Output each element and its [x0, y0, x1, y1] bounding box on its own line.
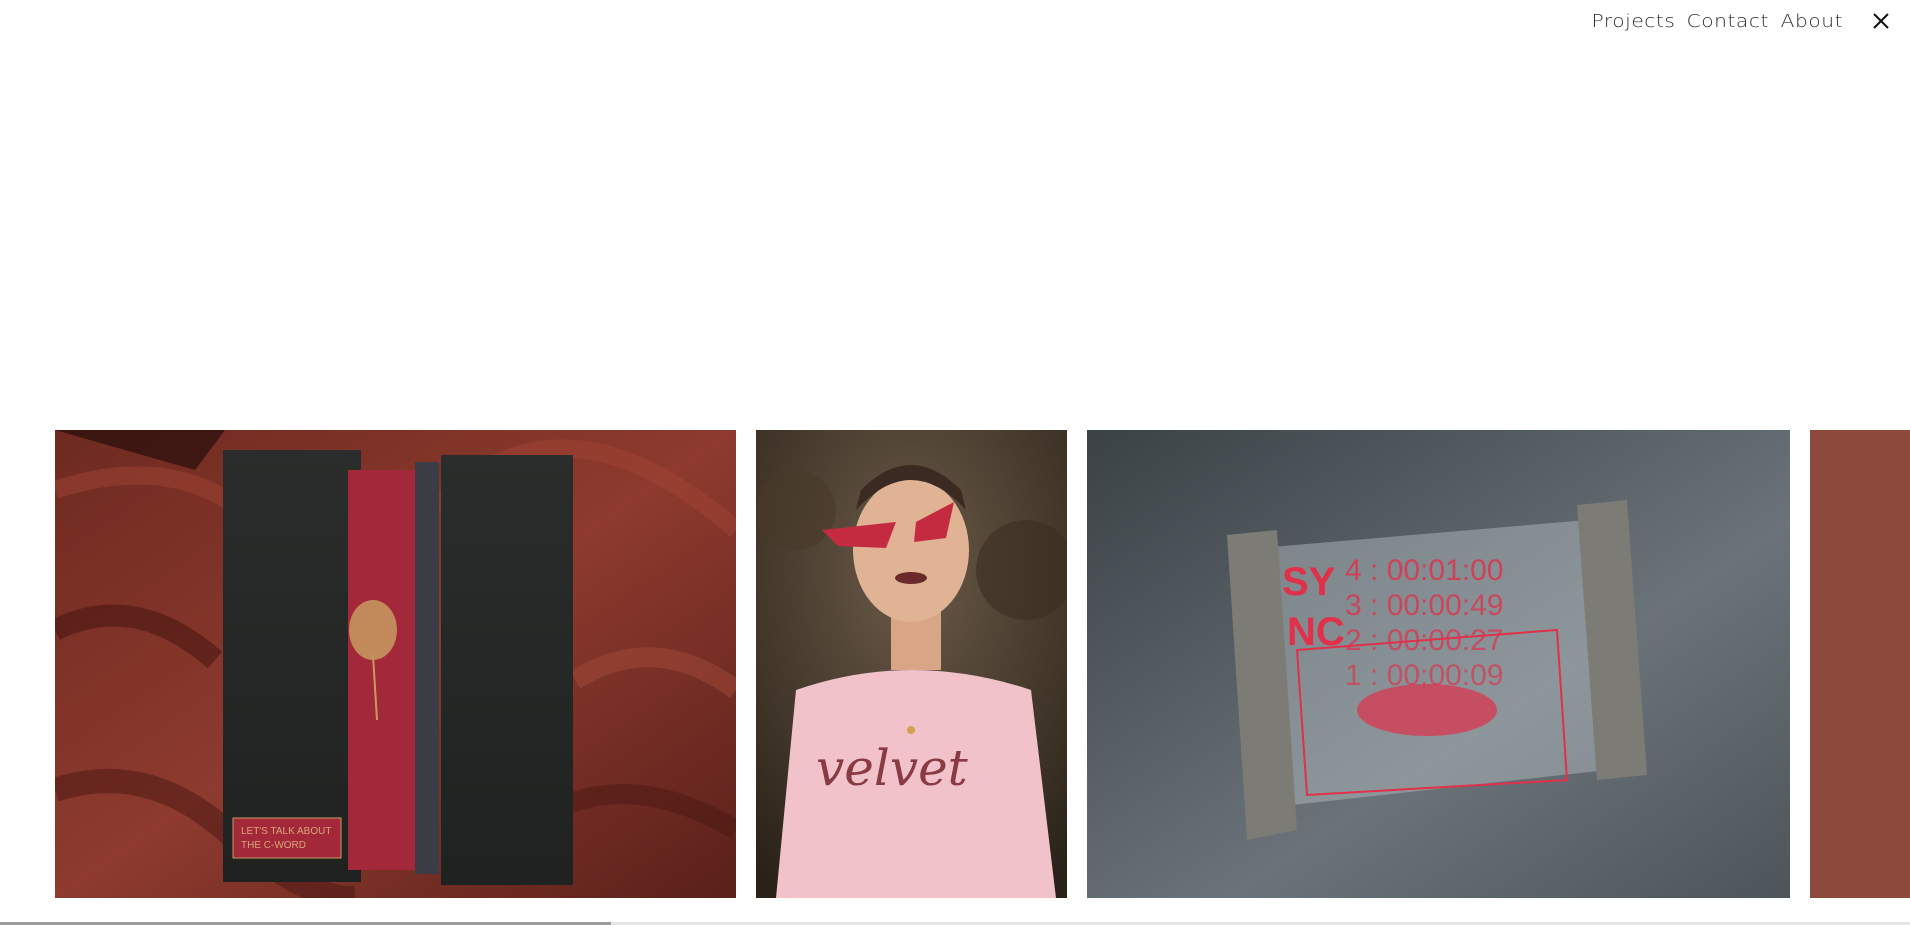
top-nav: Projects Contact About [1591, 0, 1910, 42]
shirt-text: velvet [816, 739, 969, 797]
project-tile-next[interactable] [1810, 430, 1910, 898]
project-tile-sync[interactable]: SY NC 4 : 00:01:00 3 : 00:00:49 2 : 00:0… [1087, 430, 1790, 898]
book-label-line-2: THE C-WORD [241, 840, 306, 851]
project-tile-book-box[interactable]: LET'S TALK ABOUT THE C-WORD [55, 430, 736, 898]
sync-label-sy: SY [1282, 560, 1336, 604]
nav-projects-link[interactable]: Projects [1591, 11, 1675, 32]
project-tile-velvet[interactable]: velvet [756, 430, 1067, 898]
book-label-line-1: LET'S TALK ABOUT [241, 826, 331, 837]
nav-contact-link[interactable]: Contact [1686, 11, 1768, 32]
close-icon[interactable] [1870, 10, 1892, 32]
nav-about-link[interactable]: About [1781, 11, 1843, 32]
sync-line-4: 4 : 00:01:00 [1345, 554, 1503, 587]
project-gallery[interactable]: LET'S TALK ABOUT THE C-WORD velvet SY NC… [55, 430, 1910, 898]
sync-line-3: 3 : 00:00:49 [1345, 589, 1503, 622]
